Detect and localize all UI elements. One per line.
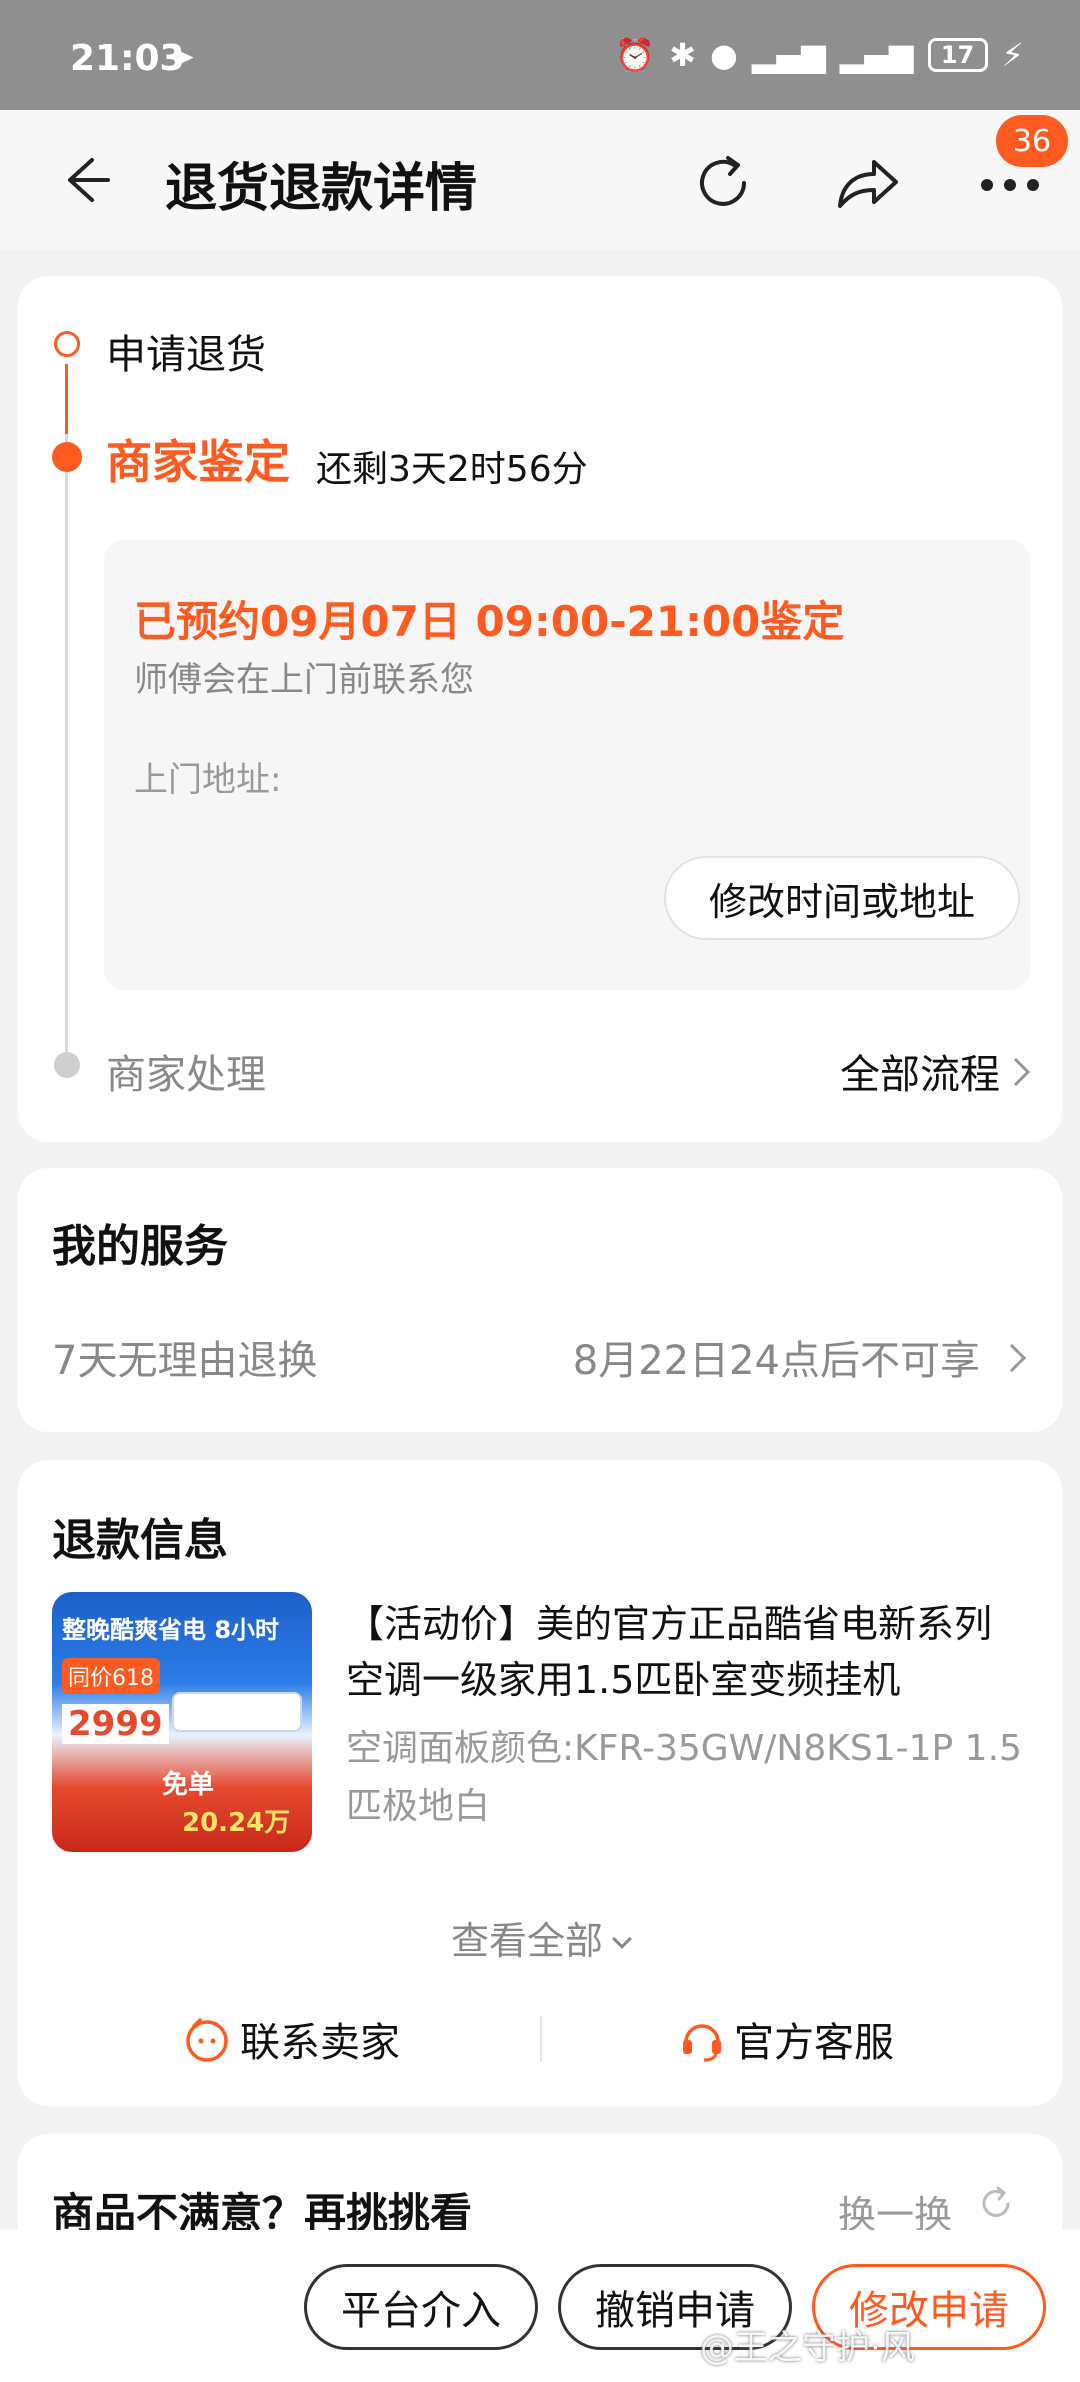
back-arrow-icon[interactable] [52, 150, 112, 210]
platform-intervene-button[interactable]: 平台介入 [304, 2264, 538, 2350]
product-image[interactable]: 整晚酷爽省电 8小时 同价618 2999 免单 20.24万 [52, 1592, 312, 1852]
refund-title: 退款信息 [52, 1515, 228, 1566]
bluetooth-icon: ✱ [669, 36, 696, 74]
remaining-time: 还剩3天2时56分 [316, 449, 588, 490]
view-all-button[interactable]: 查看全部 [18, 1910, 1062, 1965]
modify-time-address-button[interactable]: 修改时间或地址 [664, 856, 1020, 940]
page-title: 退货退款详情 [165, 159, 478, 219]
my-service-card: 我的服务 7天无理由退换 8月22日24点后不可享 [18, 1168, 1062, 1432]
bottom-action-bar: 平台介入 撤销申请 修改申请 @王之守护·风 [0, 2230, 1080, 2382]
seller-chat-icon[interactable] [184, 2016, 230, 2062]
product-image-text: 20.24万 [182, 1808, 291, 1838]
timeline-line-active [65, 364, 68, 434]
status-time: 21:03 [70, 38, 185, 79]
headset-icon[interactable] [678, 2016, 726, 2062]
appointment-box: 已预约09月07日 09:00-21:00鉴定 师傅会在上门前联系您 上门地址:… [104, 540, 1030, 990]
service-value[interactable]: 8月22日24点后不可享 [573, 1328, 980, 1386]
step-merchant-inspection: 商家鉴定 [106, 435, 290, 489]
refresh-icon[interactable] [976, 2184, 1016, 2224]
all-flow-link[interactable]: 全部流程 [840, 1042, 1000, 1100]
battery-icon: 17 [927, 38, 988, 72]
product-image-text: 整晚酷爽省电 8小时 [62, 1616, 280, 1644]
more-dots-icon[interactable] [975, 165, 1045, 205]
view-all-label: 查看全部 [450, 1919, 603, 1963]
app-header: 退货退款详情 [0, 110, 1080, 250]
appointment-note: 师傅会在上门前联系您 [134, 660, 474, 700]
step-merchant-processing: 商家处理 [106, 1052, 266, 1098]
product-image-text: 同价618 [62, 1658, 160, 1694]
product-title[interactable]: 【活动价】美的官方正品酷省电新系列空调一级家用1.5匹卧室变频挂机 [346, 1596, 1026, 1708]
service-name[interactable]: 7天无理由退换 [52, 1328, 317, 1386]
location-icon: ● [709, 36, 738, 74]
refund-progress-card: 申请退货 商家鉴定 还剩3天2时56分 已预约09月07日 09:00-21:0… [18, 276, 1062, 1142]
product-spec: 空调面板颜色:KFR-35GW/N8KS1-1P 1.5匹极地白 [346, 1728, 1022, 1827]
refund-info-card: 退款信息 整晚酷爽省电 8小时 同价618 2999 免单 20.24万 【活动… [18, 1460, 1062, 2106]
notification-badge: 36 [996, 115, 1068, 167]
step-dot-pending [54, 1052, 80, 1078]
step-apply-return: 申请退货 [106, 332, 266, 378]
product-image-text: 免单 [162, 1770, 215, 1800]
product-image-price: 2999 [62, 1704, 169, 1744]
appointment-time: 已预约09月07日 09:00-21:00鉴定 [134, 597, 845, 646]
signal-icon-2: ▂▄▆ [839, 36, 914, 74]
step-dot-current [52, 442, 82, 472]
signal-icon: ▂▄▆ [751, 36, 826, 74]
service-title: 我的服务 [52, 1221, 228, 1272]
charging-icon: ⚡ [1001, 36, 1024, 74]
step-dot-done [54, 331, 80, 357]
address-label: 上门地址: [134, 760, 282, 800]
alarm-icon: ⏰ [615, 36, 656, 74]
chevron-right-icon [997, 1343, 1027, 1373]
official-customer-service-button[interactable]: 官方客服 [734, 2010, 894, 2068]
share-icon[interactable] [832, 150, 902, 216]
status-bar: 21:03 ➤ ⏰ ✱ ● ▂▄▆ ▂▄▆ 17 ⚡ [0, 0, 1080, 110]
status-icons: ⏰ ✱ ● ▂▄▆ ▂▄▆ 17 ⚡ [615, 36, 1024, 74]
chevron-right-icon [1001, 1057, 1031, 1087]
location-arrow-icon: ➤ [170, 40, 196, 75]
contact-seller-button[interactable]: 联系卖家 [240, 2010, 400, 2068]
chevron-down-icon [612, 1929, 632, 1949]
air-conditioner-graphic [172, 1692, 302, 1732]
watermark: @王之守护·风 [700, 2328, 915, 2368]
refresh-icon[interactable] [690, 150, 756, 216]
divider [540, 2016, 542, 2062]
